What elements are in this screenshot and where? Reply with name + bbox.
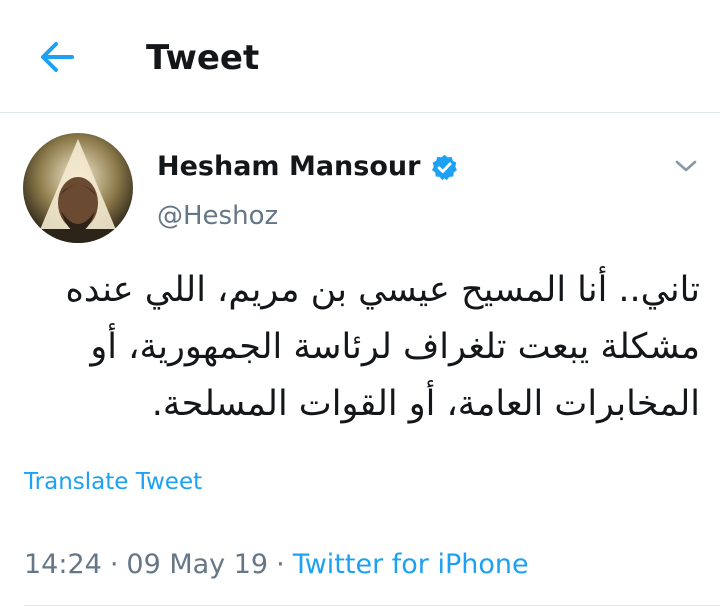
tweet-metadata: 14:24 · 09 May 19 · Twitter for iPhone [24,546,529,584]
avatar[interactable] [23,133,133,243]
tweet-source-link[interactable]: Twitter for iPhone [293,549,529,580]
tweet-text-line: المخابرات العامة، أو القوات المسلحة. [151,384,700,424]
translate-tweet-link[interactable]: Translate Tweet [24,466,202,498]
tweet-text-line: مشكلة يبعت تلغراف لرئاسة الجمهورية، أو [90,327,700,367]
arrow-left-icon [41,42,74,72]
back-button[interactable] [36,38,78,76]
tweet-text-line: تاني.. أنا المسيح عيسي بن مريم، اللي عند… [65,270,701,310]
tweet-text: تاني.. أنا المسيح عيسي بن مريم، اللي عند… [20,262,701,433]
top-app-bar: Tweet [0,0,720,113]
tweet-menu-button[interactable] [672,156,700,176]
author-display-name[interactable]: Hesham Mansour [157,147,420,187]
tweet-time: 14:24 [24,549,102,580]
author-handle[interactable]: @Heshoz [157,196,278,236]
author-name-row[interactable]: Hesham Mansour [157,147,459,187]
meta-separator: · [109,549,119,580]
meta-separator: · [276,549,285,580]
chevron-down-icon [675,160,697,172]
divider [24,605,720,606]
tweet-date: 09 May 19 [126,549,269,580]
verified-badge-icon [432,154,458,180]
page-title: Tweet [146,38,260,78]
